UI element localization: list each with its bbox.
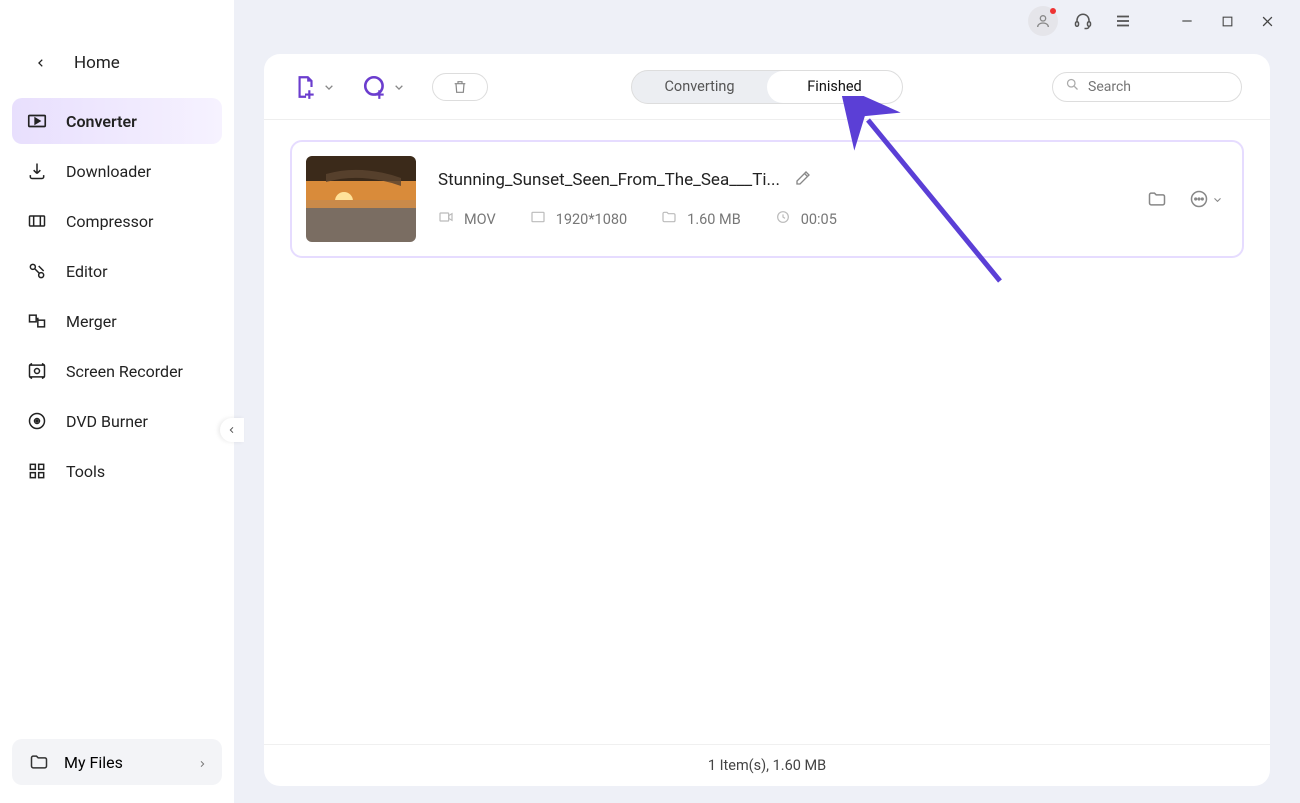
tab-label: Finished <box>807 78 861 95</box>
chevron-right-icon <box>198 753 206 772</box>
status-tabs: Converting Finished <box>631 70 903 104</box>
clock-icon <box>775 209 791 229</box>
file-size: 1.60 MB <box>661 209 741 229</box>
search-field[interactable] <box>1052 72 1242 102</box>
status-text: 1 Item(s), 1.60 MB <box>708 757 826 774</box>
toolbar: Converting Finished <box>264 54 1270 120</box>
more-options-button[interactable] <box>1189 189 1222 209</box>
compressor-icon <box>26 210 48 232</box>
chevron-down-icon <box>394 82 404 92</box>
screen-recorder-icon <box>26 360 48 382</box>
maximize-button[interactable] <box>1212 6 1242 36</box>
sidebar-item-label: Screen Recorder <box>66 362 183 381</box>
close-button[interactable] <box>1252 6 1282 36</box>
clear-button[interactable] <box>432 73 488 101</box>
my-files-button[interactable]: My Files <box>12 739 222 785</box>
file-title: Stunning_Sunset_Seen_From_The_Sea___Ti..… <box>438 170 780 190</box>
sidebar-item-label: Editor <box>66 262 107 281</box>
size-icon <box>661 209 677 229</box>
search-icon <box>1065 77 1080 96</box>
add-file-button[interactable] <box>292 74 334 100</box>
sidebar-item-label: Downloader <box>66 162 151 181</box>
sidebar: Home Converter Downloader Compressor Edi… <box>0 0 234 803</box>
file-row[interactable]: Stunning_Sunset_Seen_From_The_Sea___Ti..… <box>290 140 1244 258</box>
sidebar-item-label: Compressor <box>66 212 153 231</box>
back-chevron-icon <box>30 52 52 74</box>
file-info: Stunning_Sunset_Seen_From_The_Sea___Ti..… <box>438 169 1125 229</box>
sidebar-item-label: DVD Burner <box>66 412 148 431</box>
file-actions <box>1147 189 1222 209</box>
file-format: MOV <box>438 209 496 229</box>
chevron-down-icon <box>324 82 334 92</box>
video-icon <box>438 209 454 229</box>
window-controls <box>1028 0 1300 42</box>
tab-converting[interactable]: Converting <box>632 71 767 103</box>
folder-icon <box>28 751 50 773</box>
my-files-label: My Files <box>64 753 123 772</box>
downloader-icon <box>26 160 48 182</box>
sidebar-item-label: Converter <box>66 112 137 131</box>
sidebar-item-downloader[interactable]: Downloader <box>12 148 222 194</box>
sidebar-item-converter[interactable]: Converter <box>12 98 222 144</box>
sidebar-item-dvd-burner[interactable]: DVD Burner <box>12 398 222 444</box>
hamburger-menu-button[interactable] <box>1108 6 1138 36</box>
tools-icon <box>26 460 48 482</box>
file-duration: 00:05 <box>775 209 837 229</box>
minimize-button[interactable] <box>1172 6 1202 36</box>
sidebar-item-screen-recorder[interactable]: Screen Recorder <box>12 348 222 394</box>
merger-icon <box>26 310 48 332</box>
main-panel: Converting Finished <box>264 54 1270 786</box>
collapse-sidebar-button[interactable] <box>220 418 244 442</box>
resolution-icon <box>530 209 546 229</box>
sidebar-item-label: Tools <box>66 462 105 481</box>
search-input[interactable] <box>1088 79 1266 95</box>
sidebar-item-merger[interactable]: Merger <box>12 298 222 344</box>
chevron-down-icon <box>1213 195 1222 204</box>
home-label: Home <box>74 53 120 73</box>
sidebar-item-label: Merger <box>66 312 117 331</box>
add-url-button[interactable] <box>362 74 404 100</box>
rename-button[interactable] <box>794 169 812 191</box>
sidebar-item-editor[interactable]: Editor <box>12 248 222 294</box>
tab-finished[interactable]: Finished <box>767 71 902 103</box>
converter-icon <box>26 110 48 132</box>
editor-icon <box>26 260 48 282</box>
status-bar: 1 Item(s), 1.60 MB <box>264 744 1270 786</box>
video-thumbnail <box>306 156 416 242</box>
notification-dot-icon <box>1050 8 1056 14</box>
support-button[interactable] <box>1068 6 1098 36</box>
account-button[interactable] <box>1028 6 1058 36</box>
sidebar-item-tools[interactable]: Tools <box>12 448 222 494</box>
file-resolution: 1920*1080 <box>530 209 627 229</box>
dvd-burner-icon <box>26 410 48 432</box>
tab-label: Converting <box>664 78 734 95</box>
home-nav[interactable]: Home <box>0 38 234 88</box>
sidebar-item-compressor[interactable]: Compressor <box>12 198 222 244</box>
file-list: Stunning_Sunset_Seen_From_The_Sea___Ti..… <box>264 120 1270 744</box>
open-folder-button[interactable] <box>1147 189 1167 209</box>
